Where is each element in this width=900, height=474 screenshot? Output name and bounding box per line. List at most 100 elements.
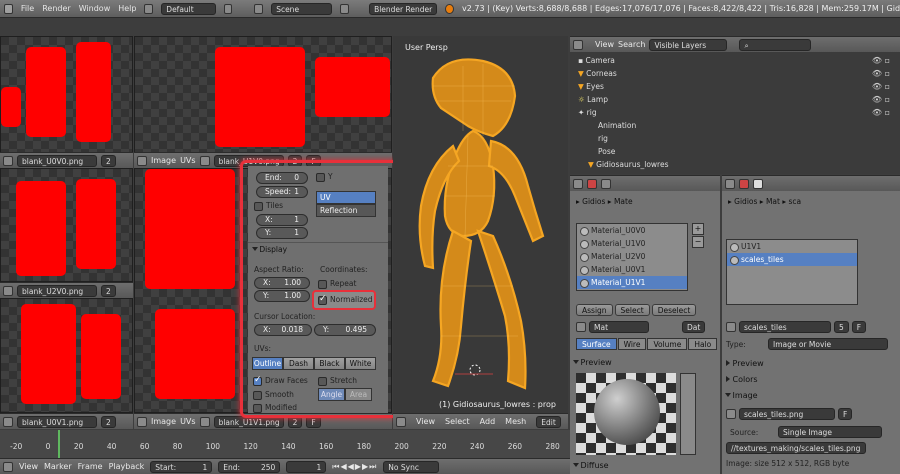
uv-editor-u2v0[interactable] <box>0 168 133 282</box>
filepath-field[interactable]: //textures_making/scales_tiles.png <box>726 442 866 454</box>
assign-button[interactable]: Assign <box>576 304 613 316</box>
slot-add-button[interactable]: + <box>692 223 704 235</box>
image-icon[interactable] <box>199 416 210 427</box>
uv-editor-u0v0[interactable] <box>0 36 133 153</box>
outliner-item-gidiosaurus[interactable]: ▼ Gidiosaurus_lowres <box>588 158 668 171</box>
editor-type-icon[interactable] <box>573 39 583 50</box>
preview-section-header[interactable]: Preview <box>573 356 612 370</box>
layout-selector[interactable]: Default <box>161 2 216 15</box>
timeline[interactable]: -20 0 20 40 60 80 100 120 140 160 180 200 220 240 260 2… <box>0 430 570 458</box>
colors-section[interactable]: Colors <box>726 373 758 387</box>
menu-file[interactable]: File <box>21 4 34 13</box>
outliner-item-pose[interactable]: Pose <box>598 145 615 158</box>
select-button[interactable]: Select <box>614 304 650 316</box>
scene-icon[interactable] <box>254 3 264 14</box>
viewport-menu-add[interactable]: Add <box>480 417 496 426</box>
texture-name-field[interactable]: scales_tiles <box>739 321 831 333</box>
texture-type-selector[interactable]: Image or Movie <box>768 338 888 350</box>
editor-type-icon[interactable] <box>396 416 406 427</box>
editor-type-icon[interactable] <box>725 178 735 189</box>
texture-slot[interactable]: U1V1 <box>727 240 857 253</box>
mode-selector[interactable]: Edit <box>536 415 561 428</box>
viewport-menu-select[interactable]: Select <box>445 417 470 426</box>
fake-user-toggle[interactable]: F <box>838 408 853 420</box>
timeline-menu-view[interactable]: View <box>19 462 38 471</box>
add-scene-icon[interactable] <box>340 3 350 14</box>
texture-browse-icon[interactable] <box>726 322 736 332</box>
image-icon[interactable] <box>3 416 13 427</box>
fake-user-toggle[interactable]: F <box>851 321 867 333</box>
outliner-menu-view[interactable]: View <box>595 40 614 49</box>
image-name-field[interactable]: scales_tiles.png <box>739 408 835 420</box>
material-slot-selected[interactable]: Material_U1V1 <box>577 276 687 289</box>
tab-surface[interactable]: Surface <box>576 338 617 350</box>
material-name-field[interactable]: Mat <box>589 321 649 333</box>
texture-context-icon[interactable] <box>753 178 763 189</box>
texture-preview-section[interactable]: Preview <box>726 357 764 371</box>
slot-remove-button[interactable]: − <box>692 236 704 248</box>
tab-wire[interactable]: Wire <box>617 338 647 350</box>
image-icon[interactable] <box>3 285 13 296</box>
render-engine-selector[interactable]: Blender Render <box>369 2 438 15</box>
material-slot[interactable]: Material_U1V0 <box>577 237 687 250</box>
image-icon[interactable] <box>199 155 210 166</box>
sync-mode-selector[interactable]: No Sync <box>383 460 440 473</box>
texture-users[interactable]: 5 <box>834 321 849 333</box>
image-users[interactable]: 2 <box>101 154 116 167</box>
menu-help[interactable]: Help <box>118 4 136 13</box>
outliner-item-corneas[interactable]: ▼ Corneas <box>578 67 617 80</box>
material-slot[interactable]: Material_U0V0 <box>577 224 687 237</box>
material-slot-list[interactable]: Material_U0V0 Material_U1V0 Material_U2V… <box>576 223 688 291</box>
texture-slot-selected[interactable]: scales_tiles <box>727 253 857 266</box>
start-frame-field[interactable]: Start: 1 <box>150 460 213 473</box>
end-frame-field[interactable]: End: 250 <box>218 460 281 473</box>
uvs-menu[interactable]: UVs <box>180 156 196 165</box>
material-slot[interactable]: Material_U0V1 <box>577 263 687 276</box>
tab-halo[interactable]: Halo <box>688 338 718 350</box>
material-context-icon[interactable] <box>587 178 597 189</box>
image-name-field[interactable]: blank_U2V0.png <box>17 284 97 297</box>
diffuse-section-header[interactable]: Diffuse <box>573 459 609 473</box>
preview-type-buttons[interactable] <box>680 373 696 455</box>
material-browse-icon[interactable] <box>576 322 586 332</box>
menu-window[interactable]: Window <box>79 4 111 13</box>
outliner-item-animation[interactable]: Animation <box>598 119 636 132</box>
timeline-menu-playback[interactable]: Playback <box>109 462 145 471</box>
viewport-menu-view[interactable]: View <box>416 417 435 426</box>
outliner-item-rig-data[interactable]: rig <box>598 132 608 145</box>
uv-editor-u0v1[interactable] <box>0 298 133 413</box>
material-context-icon[interactable] <box>739 178 749 189</box>
timeline-menu-marker[interactable]: Marker <box>44 462 72 471</box>
outliner-search-field[interactable]: ⌕ <box>739 38 812 51</box>
outliner-item-eyes[interactable]: ▼ Eyes <box>578 80 604 93</box>
image-section[interactable]: Image <box>725 389 758 403</box>
uvs-menu[interactable]: UVs <box>180 417 196 426</box>
editor-type-icon[interactable] <box>137 155 147 166</box>
timeline-menu-frame[interactable]: Frame <box>78 462 103 471</box>
add-layout-icon[interactable] <box>223 3 233 14</box>
texture-context-icon[interactable] <box>601 178 611 189</box>
uv-editor-u1v0[interactable] <box>134 36 392 153</box>
deselect-button[interactable]: Deselect <box>651 304 697 316</box>
editor-type-icon[interactable] <box>4 3 13 14</box>
editor-type-icon[interactable] <box>137 416 147 427</box>
playback-controls[interactable]: ⏮◀◀▶▶⏭ <box>332 462 377 472</box>
outliner-filter-selector[interactable]: Visible Layers <box>649 38 728 51</box>
image-name-field[interactable]: blank_U0V1.png <box>17 415 97 428</box>
source-selector[interactable]: Single Image <box>778 426 882 438</box>
menu-render[interactable]: Render <box>42 4 70 13</box>
screen-layout-icon[interactable] <box>144 3 154 14</box>
tab-volume[interactable]: Volume <box>647 338 688 350</box>
scene-selector[interactable]: Scene <box>271 2 333 15</box>
image-browse-icon[interactable] <box>726 409 736 419</box>
editor-type-icon[interactable] <box>573 178 583 189</box>
texture-slot-list[interactable]: U1V1 scales_tiles <box>726 239 858 305</box>
image-menu[interactable]: Image <box>151 156 176 165</box>
outliner-item-lamp[interactable]: ☼ Lamp <box>578 93 608 106</box>
material-slot[interactable]: Material_U2V0 <box>577 250 687 263</box>
editor-type-icon[interactable] <box>3 461 13 472</box>
outliner-item-camera[interactable]: ▪ Camera <box>578 54 615 67</box>
image-icon[interactable] <box>3 155 13 166</box>
outliner-menu-search[interactable]: Search <box>618 40 645 49</box>
image-name-field[interactable]: blank_U0V0.png <box>17 154 97 167</box>
